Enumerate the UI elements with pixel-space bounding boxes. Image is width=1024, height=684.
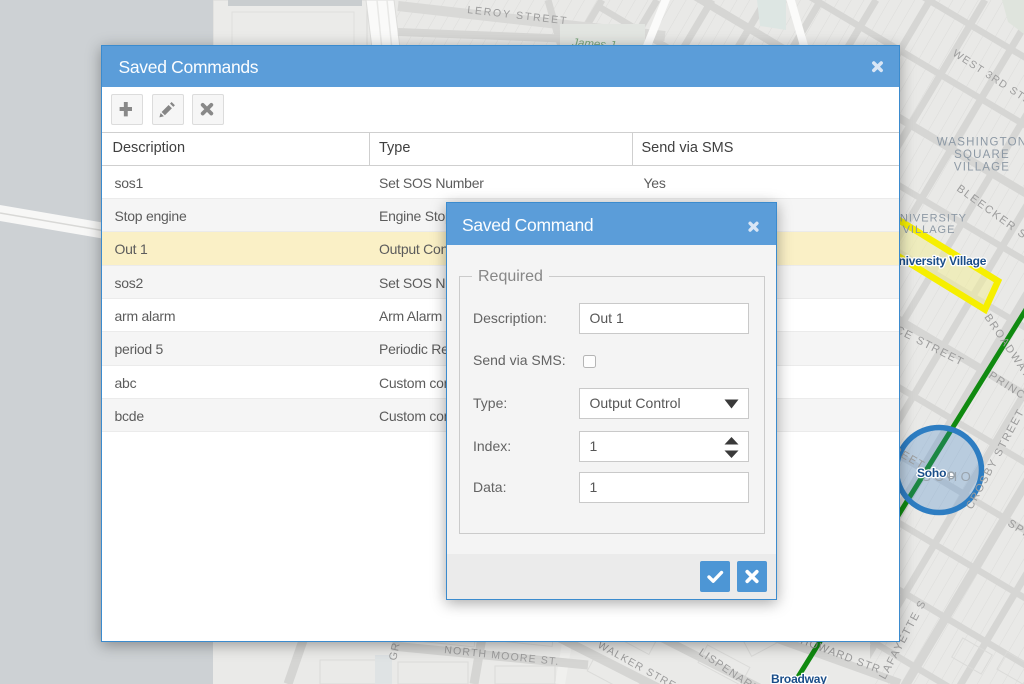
svg-text:WASHINGTON: WASHINGTON xyxy=(937,137,1024,149)
svg-text:VILLAGE: VILLAGE xyxy=(903,224,956,236)
svg-text:SQUARE: SQUARE xyxy=(954,149,1010,161)
svg-text:UNIVERSITY: UNIVERSITY xyxy=(891,213,967,225)
svg-text:Broadway: Broadway xyxy=(771,672,827,684)
svg-text:University Village: University Village xyxy=(890,254,987,268)
svg-text:Soho: Soho xyxy=(917,466,946,480)
svg-text:VILLAGE: VILLAGE xyxy=(954,162,1010,174)
